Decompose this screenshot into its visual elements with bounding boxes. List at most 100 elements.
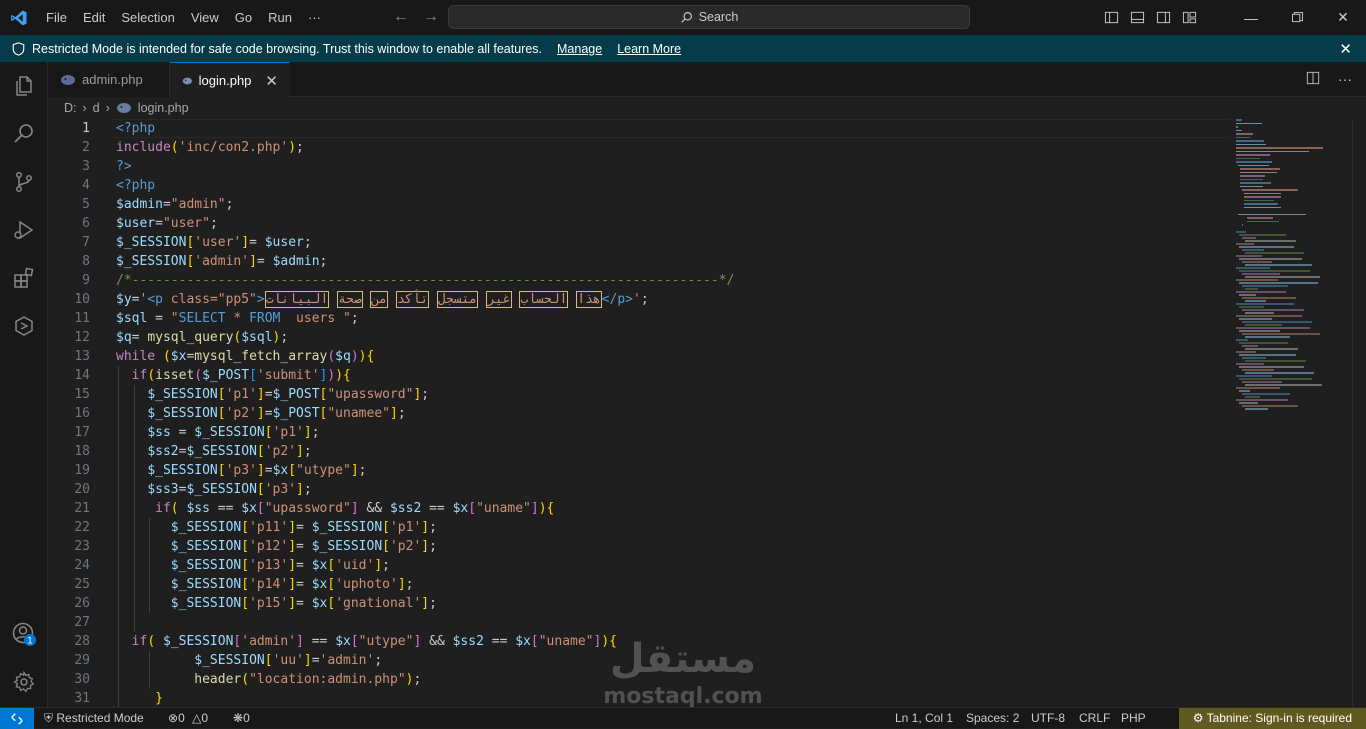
minimap-line bbox=[1243, 192, 1282, 194]
code-line[interactable]: 3 ?> bbox=[48, 157, 1230, 176]
code-editor[interactable]: 1 <?php 2 include('inc/con2.php'); 3 ?> 4 <?php… bbox=[48, 119, 1230, 707]
vertical-scrollbar[interactable] bbox=[1352, 119, 1366, 707]
menu-more[interactable]: ··· bbox=[300, 10, 329, 25]
tab-admin-php[interactable]: admin.php bbox=[48, 62, 170, 97]
code-line[interactable]: 11 $sql = "SELECT * FROM users "; bbox=[48, 309, 1230, 328]
code-line[interactable]: 20 $ss3=$_SESSION['p3']; bbox=[48, 480, 1230, 499]
code-line[interactable]: 26 $_SESSION['p15']= $x['gnational']; bbox=[48, 594, 1230, 613]
watermark-latin: mostaql.com bbox=[603, 684, 763, 709]
line-number: 15 bbox=[74, 387, 90, 402]
tab-login-php[interactable]: login.php ✕ bbox=[170, 62, 290, 98]
forward-arrow-icon[interactable]: → bbox=[423, 8, 439, 26]
breadcrumb-file[interactable]: login.php bbox=[138, 101, 189, 115]
code-line[interactable]: 15 $_SESSION['p1']=$_POST["upassword"]; bbox=[48, 385, 1230, 404]
code-line[interactable]: 2 include('inc/con2.php'); bbox=[48, 138, 1230, 157]
breadcrumb: D: › d › login.php bbox=[48, 97, 1366, 119]
language-mode[interactable]: PHP bbox=[1121, 708, 1146, 729]
code-line[interactable]: 16 $_SESSION['p2']=$_POST["unamee"]; bbox=[48, 404, 1230, 423]
minimap-line bbox=[1245, 264, 1312, 266]
code-line[interactable]: 4 <?php bbox=[48, 176, 1230, 195]
menu-view[interactable]: View bbox=[183, 10, 227, 25]
manage-link[interactable]: Manage bbox=[557, 42, 602, 56]
close-window-button[interactable]: ✕ bbox=[1320, 0, 1366, 35]
minimap-line bbox=[1236, 136, 1251, 138]
manage-gear-icon[interactable] bbox=[0, 658, 48, 706]
code-line[interactable]: 6 $user="user"; bbox=[48, 214, 1230, 233]
minimap[interactable] bbox=[1236, 119, 1346, 707]
toggle-primary-sidebar-icon[interactable] bbox=[1098, 0, 1124, 35]
code-line[interactable]: 13 while ($x=mysql_fetch_array($q)){ bbox=[48, 347, 1230, 366]
customize-layout-icon[interactable] bbox=[1176, 0, 1202, 35]
search-icon[interactable] bbox=[0, 110, 48, 158]
back-arrow-icon[interactable]: ← bbox=[393, 8, 409, 26]
minimap-line bbox=[1241, 224, 1243, 226]
close-icon[interactable]: ✕ bbox=[1339, 40, 1352, 58]
minimap-line bbox=[1242, 321, 1312, 323]
code-line[interactable]: 21 if( $ss == $x["upassword"] && $ss2 ==… bbox=[48, 499, 1230, 518]
code-line[interactable]: 23 $_SESSION['p12']= $_SESSION['p2']; bbox=[48, 537, 1230, 556]
source-control-icon[interactable] bbox=[0, 158, 48, 206]
restore-button[interactable] bbox=[1274, 0, 1320, 35]
more-actions-icon[interactable]: ··· bbox=[1338, 71, 1352, 88]
search-icon bbox=[680, 11, 692, 23]
code-line[interactable]: 19 $_SESSION['p3']=$x["utype"]; bbox=[48, 461, 1230, 480]
explorer-icon[interactable] bbox=[0, 62, 48, 110]
broadcast-icon: ❋ bbox=[233, 711, 244, 725]
accounts-icon[interactable]: 1 bbox=[0, 610, 48, 658]
banner-message: Restricted Mode is intended for safe cod… bbox=[32, 41, 542, 56]
code-line[interactable]: 1 <?php bbox=[48, 119, 1230, 138]
close-tab-icon[interactable]: ✕ bbox=[265, 72, 278, 90]
breadcrumb-folder[interactable]: d bbox=[93, 101, 100, 115]
run-debug-icon[interactable] bbox=[0, 206, 48, 254]
restricted-mode-status[interactable]: ⛨ Restricted Mode bbox=[44, 708, 144, 729]
minimap-line bbox=[1247, 220, 1279, 222]
code-text: $_SESSION['p14']= $x['uphoto']; bbox=[170, 577, 414, 592]
code-line[interactable]: 25 $_SESSION['p14']= $x['uphoto']; bbox=[48, 575, 1230, 594]
code-line[interactable]: 27 bbox=[48, 613, 1230, 632]
menu-file[interactable]: File bbox=[38, 10, 75, 25]
line-number: 18 bbox=[74, 444, 90, 459]
minimap-line bbox=[1242, 309, 1304, 311]
toggle-secondary-sidebar-icon[interactable] bbox=[1150, 0, 1176, 35]
code-line[interactable]: 17 $ss = $_SESSION['p1']; bbox=[48, 423, 1230, 442]
minimize-button[interactable]: — bbox=[1228, 0, 1274, 35]
tabnine-status[interactable]: ⚙ Tabnine: Sign-in is required bbox=[1178, 708, 1366, 729]
code-line[interactable]: 12 $q= mysql_query($sql); bbox=[48, 328, 1230, 347]
remote-explorer-icon[interactable] bbox=[0, 302, 48, 350]
menu-run[interactable]: Run bbox=[260, 10, 300, 25]
minimap-line bbox=[1242, 285, 1288, 287]
menu-edit[interactable]: Edit bbox=[75, 10, 113, 25]
code-line[interactable]: 10 $y='<p class="pp5"> هذا الحساب غير متسج… bbox=[48, 290, 1230, 309]
indent-guide bbox=[118, 366, 119, 707]
minimap-line bbox=[1236, 339, 1248, 341]
code-line[interactable]: 9 /*-------------------------------------… bbox=[48, 271, 1230, 290]
minimap-line bbox=[1242, 237, 1256, 239]
learn-more-link[interactable]: Learn More bbox=[617, 42, 681, 56]
cursor-position[interactable]: Ln 1, Col 1 bbox=[895, 708, 953, 729]
split-editor-icon[interactable] bbox=[1306, 71, 1320, 88]
code-line[interactable]: 14 if(isset($_POST['submit'])){ bbox=[48, 366, 1230, 385]
ports-status[interactable]: ❋0 bbox=[233, 708, 250, 729]
php-elephant-icon bbox=[182, 77, 192, 84]
tabnine-label: Tabnine: Sign-in is required bbox=[1206, 711, 1352, 725]
menu-selection[interactable]: Selection bbox=[113, 10, 182, 25]
restricted-mode-banner: Restricted Mode is intended for safe cod… bbox=[0, 35, 1366, 62]
code-line[interactable]: 18 $ss2=$_SESSION['p2']; bbox=[48, 442, 1230, 461]
minimap-line bbox=[1242, 381, 1282, 383]
code-line[interactable]: 22 $_SESSION['p11']= $_SESSION['p1']; bbox=[48, 518, 1230, 537]
code-line[interactable]: 8 $_SESSION['admin']= $admin; bbox=[48, 252, 1230, 271]
code-line[interactable]: 24 $_SESSION['p13']= $x['uid']; bbox=[48, 556, 1230, 575]
problems-status[interactable]: ⊗0 △0 bbox=[168, 708, 208, 729]
indentation[interactable]: Spaces: 2 bbox=[966, 708, 1019, 729]
end-of-line[interactable]: CRLF bbox=[1079, 708, 1110, 729]
breadcrumb-drive[interactable]: D: bbox=[64, 101, 77, 115]
toggle-panel-icon[interactable] bbox=[1124, 0, 1150, 35]
command-center-search[interactable]: Search bbox=[448, 5, 970, 29]
code-line[interactable]: 5 $admin="admin"; bbox=[48, 195, 1230, 214]
encoding[interactable]: UTF-8 bbox=[1031, 708, 1065, 729]
menu-go[interactable]: Go bbox=[227, 10, 260, 25]
code-line[interactable]: 7 $_SESSION['user']= $user; bbox=[48, 233, 1230, 252]
extensions-icon[interactable] bbox=[0, 254, 48, 302]
minimap-line bbox=[1236, 315, 1302, 317]
remote-indicator-icon[interactable] bbox=[0, 708, 34, 729]
